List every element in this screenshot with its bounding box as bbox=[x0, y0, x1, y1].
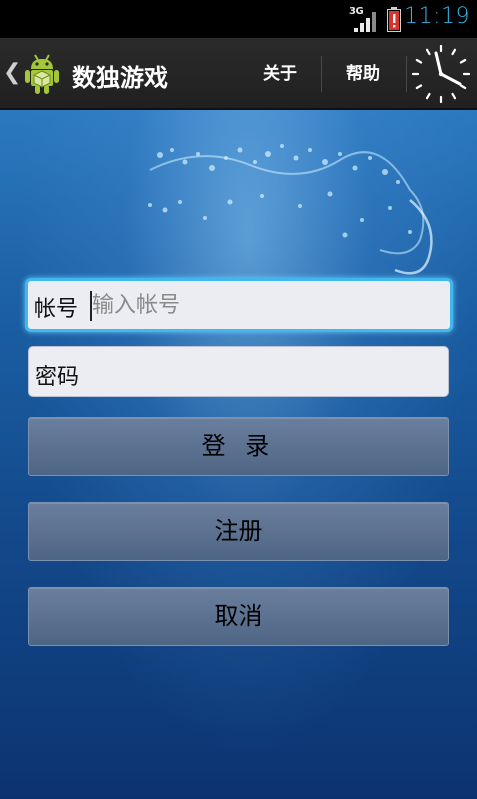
action-divider bbox=[321, 56, 322, 92]
status-bar: 3G 11:19 bbox=[0, 0, 477, 38]
action-divider bbox=[406, 56, 407, 92]
login-button[interactable]: 登 录 bbox=[28, 417, 449, 476]
action-bar: ❮ 数独游戏 关于 帮助 bbox=[0, 38, 477, 110]
password-label: 密码 bbox=[35, 365, 80, 390]
chevron-left-icon[interactable]: ❮ bbox=[3, 60, 21, 85]
signal-icon bbox=[354, 12, 376, 32]
account-field[interactable]: 帐号 bbox=[25, 278, 453, 332]
register-button[interactable]: 注册 bbox=[28, 502, 449, 561]
android-icon[interactable] bbox=[22, 52, 62, 96]
status-time: 11:19 bbox=[404, 4, 470, 29]
password-input[interactable] bbox=[89, 355, 444, 389]
help-button[interactable]: 帮助 bbox=[333, 56, 393, 92]
password-field[interactable]: 密码 bbox=[28, 346, 449, 397]
analog-clock-icon[interactable] bbox=[409, 42, 473, 106]
account-input[interactable] bbox=[92, 288, 442, 322]
login-panel: 帐号 密码 登 录 注册 取消 bbox=[0, 110, 477, 799]
app-title: 数独游戏 bbox=[72, 64, 168, 92]
cancel-button[interactable]: 取消 bbox=[28, 587, 449, 646]
battery-alert-icon bbox=[387, 7, 401, 32]
app-screen: 3G 11:19 ❮ 数独游戏 关于 帮助 帐号 输入帐号 密码 登 录 注册 … bbox=[0, 0, 477, 799]
about-button[interactable]: 关于 bbox=[250, 56, 310, 92]
account-label: 帐号 bbox=[34, 297, 79, 322]
